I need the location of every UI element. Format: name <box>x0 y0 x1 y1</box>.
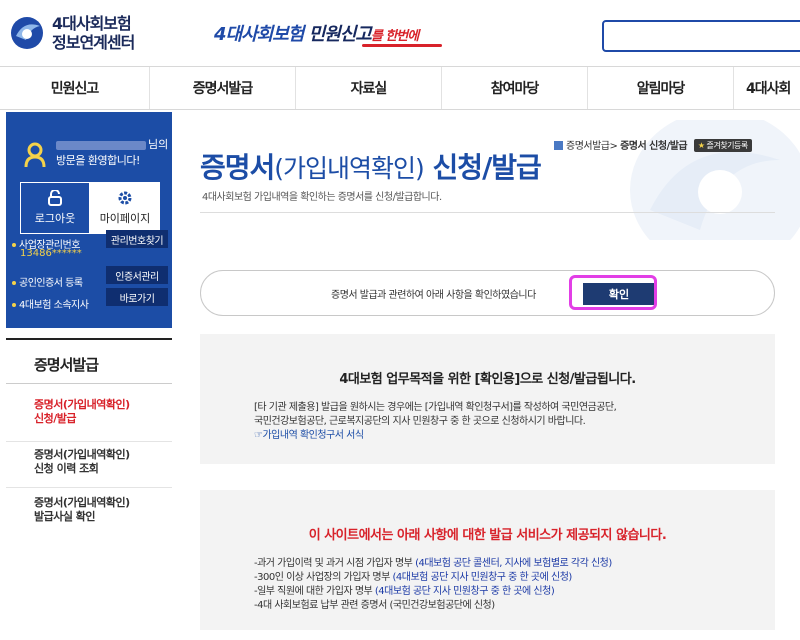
logout-button[interactable]: 로그아웃 <box>20 182 90 234</box>
info-line-1: [타 기관 제출용] 발급을 원하시는 경우에는 [가입내역 확인청구서]를 작… <box>254 402 617 413</box>
nav-item-complaint[interactable]: 민원신고 <box>0 67 150 109</box>
biz-find-button[interactable]: 관리번호찾기 <box>106 230 168 248</box>
breadcrumb-current: 증명서 신청/발급 <box>620 141 688 152</box>
nav-item-participation[interactable]: 참여마당 <box>442 67 588 109</box>
star-icon: ★ <box>697 141 705 150</box>
mypage-label: 마이페이지 <box>99 212 151 225</box>
warning-item: -일부 직원에 대한 가입자 명부 (4대보험 공단 지사 민원창구 중 한 곳… <box>254 582 555 597</box>
user-name: 님의 <box>56 136 168 152</box>
breadcrumb-parent[interactable]: 증명서발급 <box>566 141 610 152</box>
page-subtitle: 4대사회보험 가입내역을 확인하는 증명서를 신청/발급합니다. <box>202 192 442 203</box>
logo-text[interactable]: 4대사회보험 정보연계센터 <box>52 14 135 52</box>
breadcrumb: 증명서발급> 증명서 신청/발급 ★ 즐겨찾기등록 <box>554 137 752 152</box>
slogan-part2: 민원신고 <box>308 24 372 45</box>
sidebar-item-line1: 증명서(가입내역확인) <box>34 448 130 461</box>
form-link-label: 가입내역 확인청구서 서식 <box>262 430 364 441</box>
sidebar-item-line2: 신청 이력 조회 <box>34 462 99 475</box>
main-nav: 민원신고 증명서발급 자료실 참여마당 알림마당 4대사회 <box>0 66 800 110</box>
branch-label-text: 4대보험 소속지사 <box>19 300 89 311</box>
user-name-suffix: 님의 <box>148 138 169 151</box>
slogan-part1: 4대사회보험 <box>214 24 304 45</box>
breadcrumb-separator: > <box>609 141 618 152</box>
slogan-part3: 를 한번에 <box>370 29 419 44</box>
gear-icon <box>118 191 132 205</box>
cert-register-label-text: 공인인증서 등록 <box>19 278 83 289</box>
info-title: 4대보험 업무목적을 위한 [확인용]으로 신청/발급됩니다. <box>339 372 636 387</box>
page-title-rest: 신청/발급 <box>423 151 542 184</box>
form-link[interactable]: ☞가입내역 확인청구서 서식 <box>254 426 364 441</box>
site-header: 4대사회보험 정보연계센터 4대사회보험 민원신고를 한번에 <box>0 0 800 66</box>
nav-item-certificate[interactable]: 증명서발급 <box>150 67 296 109</box>
mypage-button[interactable]: 마이페이지 <box>90 182 160 234</box>
sidebar-item-verify[interactable]: 증명서(가입내역확인) 발급사실 확인 <box>6 496 172 536</box>
nav-item-archive[interactable]: 자료실 <box>296 67 442 109</box>
page-title-paren: (가입내역확인) <box>274 154 425 183</box>
sidebar-item-line2: 신청/발급 <box>34 412 77 425</box>
logo-line1: 4대사회보험 <box>52 14 132 33</box>
logo-line2: 정보연계센터 <box>52 33 135 52</box>
lock-icon <box>48 190 62 206</box>
sidebar-item-apply[interactable]: 증명서(가입내역확인) 신청/발급 <box>6 398 172 442</box>
user-icon <box>24 142 46 168</box>
search-input[interactable] <box>602 20 800 52</box>
title-divider <box>200 212 775 213</box>
branch-go-button[interactable]: 바로가기 <box>106 288 168 306</box>
favorite-label: 즐겨찾기등록 <box>706 141 749 150</box>
bullet-icon <box>12 303 16 307</box>
bullet-icon <box>12 281 16 285</box>
bullet-icon <box>12 243 16 247</box>
warning-item: -300인 이상 사업장의 가입자 명부 (4대보험 공단 지사 민원창구 중 … <box>254 568 572 583</box>
slogan-underline <box>362 44 442 47</box>
biz-number-value: 13486****** <box>20 248 82 259</box>
welcome-text: 방문을 환영합니다! <box>56 154 140 167</box>
nav-item-4insurance[interactable]: 4대사회 <box>734 67 800 109</box>
nav-item-notice[interactable]: 알림마당 <box>588 67 734 109</box>
masked-user-name <box>56 140 146 150</box>
user-box: 님의 방문을 환영합니다! 로그아웃 마이페이지 사업장관리번호 13486**… <box>6 112 172 328</box>
cert-manage-button[interactable]: 인증서관리 <box>106 266 168 284</box>
confirm-box: 증명서 발급과 관련하여 아래 사항을 확인하였습니다 확인 <box>200 270 775 316</box>
sidebar-item-line1: 증명서(가입내역확인) <box>34 398 130 411</box>
warning-title: 이 사이트에서는 아래 사항에 대한 발급 서비스가 제공되지 않습니다. <box>308 528 667 543</box>
page-title-main: 증명서 <box>200 151 275 184</box>
warning-item-text: -4대 사회보험료 납부 관련 증명서 (국민건강보험공단에 신청) <box>254 600 495 611</box>
sidebar-item-line1: 증명서(가입내역확인) <box>34 496 130 509</box>
info-box: 4대보험 업무목적을 위한 [확인용]으로 신청/발급됩니다. [타 기관 제출… <box>200 334 775 464</box>
sidebar-title: 증명서발급 <box>6 338 172 384</box>
sidebar-item-history[interactable]: 증명서(가입내역확인) 신청 이력 조회 <box>6 448 172 488</box>
warning-item: -과거 가입이력 및 과거 시점 가입자 명부 (4대보험 공단 콜센터, 지사… <box>254 554 612 569</box>
warning-item: -4대 사회보험료 납부 관련 증명서 (국민건강보험공단에 신청) <box>254 596 495 611</box>
home-icon[interactable] <box>554 141 563 150</box>
page-title: 증명서(가입내역확인) 신청/발급 <box>200 146 542 186</box>
favorite-button[interactable]: ★ 즐겨찾기등록 <box>693 139 752 152</box>
warning-box: 이 사이트에서는 아래 사항에 대한 발급 서비스가 제공되지 않습니다. -과… <box>200 490 775 630</box>
info-line-2: 국민건강보험공단, 근로복지공단의 지사 민원창구 중 한 곳으로 신청하시기 … <box>254 416 586 427</box>
confirm-text: 증명서 발급과 관련하여 아래 사항을 확인하였습니다 <box>331 290 536 301</box>
logout-label: 로그아웃 <box>34 212 76 225</box>
confirm-button-highlight <box>569 275 657 310</box>
branch-label: 4대보험 소속지사 <box>12 296 89 311</box>
slogan: 4대사회보험 민원신고를 한번에 <box>214 20 419 46</box>
cert-register-label: 공인인증서 등록 <box>12 274 83 289</box>
sidebar-item-line2: 발급사실 확인 <box>34 510 96 523</box>
logo-icon[interactable] <box>10 14 44 52</box>
